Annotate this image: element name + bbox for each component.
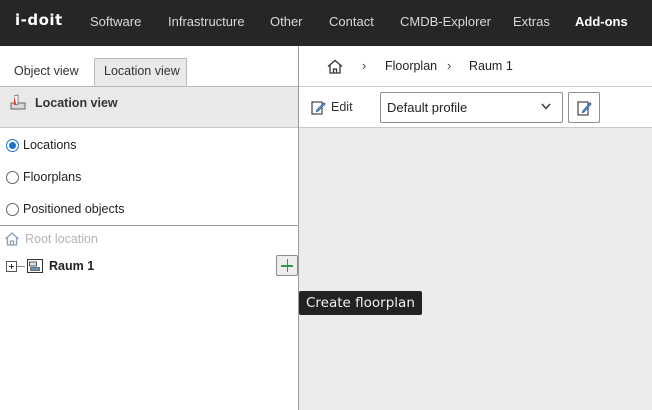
divider [0, 225, 298, 226]
chevron-down-icon [541, 103, 551, 110]
chevron-right-icon: › [447, 58, 452, 73]
radio-label: Locations [23, 138, 77, 152]
location-view-icon [10, 94, 26, 110]
nav-item-infrastructure[interactable]: Infrastructure [168, 14, 245, 29]
left-panel: Object view Location view Location view … [0, 46, 299, 410]
radio-label: Positioned objects [23, 202, 125, 216]
nav-item-cmdb-explorer[interactable]: CMDB-Explorer [400, 14, 491, 29]
breadcrumb: › Floorplan › Raum 1 [299, 46, 652, 87]
radio-button[interactable] [6, 170, 19, 184]
breadcrumb-item-floorplan[interactable]: Floorplan [385, 59, 437, 73]
radio-label: Floorplans [23, 170, 82, 184]
nav-item-add-ons[interactable]: Add-ons [575, 14, 628, 29]
radio-positioned-objects[interactable]: Positioned objects [6, 199, 124, 219]
chevron-right-icon: › [362, 58, 367, 73]
tab-location-view[interactable]: Location view [94, 58, 187, 86]
panel-title: Location view [35, 96, 118, 110]
nav-item-extras[interactable]: Extras [513, 14, 550, 29]
top-navigation-bar: i-doit Software Infrastructure Other Con… [0, 0, 652, 46]
app-logo[interactable]: i-doit [15, 11, 63, 29]
nav-item-software[interactable]: Software [90, 14, 141, 29]
panel-header: Location view [0, 87, 298, 128]
nav-item-contact[interactable]: Contact [329, 14, 374, 29]
profile-select-value: Default profile [387, 100, 468, 115]
radio-button[interactable] [6, 202, 19, 216]
profile-select[interactable]: Default profile [380, 92, 563, 123]
nav-item-other[interactable]: Other [270, 14, 303, 29]
edit-profile-button[interactable] [568, 92, 600, 123]
room-icon [27, 259, 43, 273]
home-icon[interactable] [327, 59, 343, 74]
toolbar: Edit Default profile [299, 87, 652, 128]
breadcrumb-item-raum-1[interactable]: Raum 1 [469, 59, 513, 73]
tab-object-view[interactable]: Object view [5, 59, 88, 87]
main-area: › Floorplan › Raum 1 Edit Default profil… [299, 46, 652, 410]
tree-root-location[interactable]: Root location [4, 230, 98, 248]
radio-button[interactable] [6, 138, 19, 152]
radio-floorplans[interactable]: Floorplans [6, 167, 81, 187]
tree-connector [17, 265, 25, 267]
tree-root-label: Root location [25, 232, 98, 246]
edit-label: Edit [331, 100, 353, 114]
floorplan-canvas[interactable] [299, 128, 652, 410]
radio-locations[interactable]: Locations [6, 135, 77, 155]
tree-node-label: Raum 1 [49, 259, 95, 273]
view-tabs: Object view Location view [0, 46, 298, 87]
tooltip-create-floorplan: Create floorplan [299, 291, 422, 315]
tree-node-raum-1[interactable]: Raum 1 [6, 257, 94, 275]
expand-icon[interactable] [6, 260, 17, 272]
home-icon [5, 232, 19, 246]
edit-icon [577, 101, 592, 116]
edit-icon [311, 100, 326, 115]
create-floorplan-button[interactable] [276, 255, 298, 276]
edit-button[interactable]: Edit [311, 98, 353, 116]
